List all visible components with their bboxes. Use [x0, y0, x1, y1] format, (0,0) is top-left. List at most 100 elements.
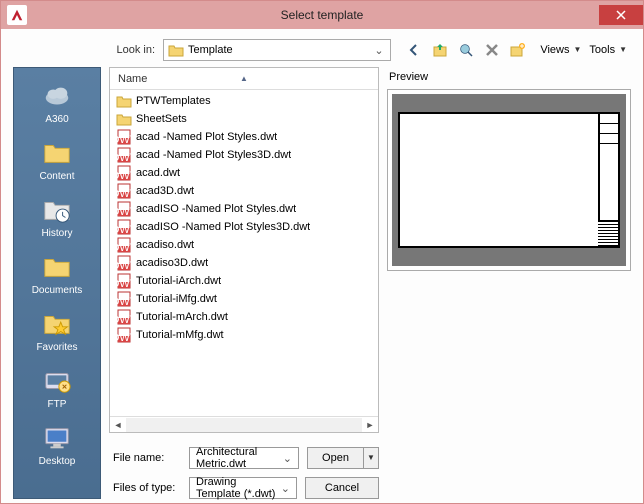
list-item[interactable]: DWT Tutorial-iMfg.dwt — [110, 290, 378, 308]
open-button[interactable]: Open — [307, 447, 363, 469]
list-item[interactable]: DWT Tutorial-mArch.dwt — [110, 308, 378, 326]
list-item[interactable]: DWT acadISO -Named Plot Styles3D.dwt — [110, 218, 378, 236]
look-in-dropdown[interactable]: Template ⌄ — [163, 39, 391, 61]
filetype-label: Files of type: — [109, 482, 181, 494]
place-favorites[interactable]: Favorites — [14, 304, 100, 357]
file-name: acad3D.dwt — [136, 185, 194, 197]
place-ftp[interactable]: FTP — [14, 361, 100, 414]
chevron-down-icon: ⌄ — [372, 44, 386, 57]
views-menu[interactable]: Views▼ — [536, 44, 585, 56]
file-name: acad -Named Plot Styles.dwt — [136, 131, 277, 143]
filetype-dropdown[interactable]: Drawing Template (*.dwt) ⌄ — [189, 477, 297, 499]
file-name: Tutorial-mArch.dwt — [136, 311, 228, 323]
places-bar: A360ContentHistoryDocumentsFavoritesFTPD… — [13, 67, 101, 499]
desktop-icon — [41, 422, 73, 454]
file-list: Name ▲ PTWTemplates SheetSets DWT acad -Nam… — [109, 67, 379, 433]
tools-menu[interactable]: Tools▼ — [585, 44, 631, 56]
list-item[interactable]: DWT Tutorial-iArch.dwt — [110, 272, 378, 290]
file-name: acad -Named Plot Styles3D.dwt — [136, 149, 291, 161]
new-folder-button[interactable] — [507, 39, 529, 61]
chevron-down-icon: ⌄ — [283, 452, 292, 465]
list-item[interactable]: DWT acad -Named Plot Styles3D.dwt — [110, 146, 378, 164]
filename-label: File name: — [109, 452, 181, 464]
close-button[interactable] — [599, 5, 643, 25]
svg-text:DWT: DWT — [116, 152, 132, 163]
svg-text:DWT: DWT — [116, 170, 132, 181]
app-icon — [7, 5, 27, 25]
folder-icon — [41, 251, 73, 283]
list-item[interactable]: SheetSets — [110, 110, 378, 128]
open-split-button[interactable]: ▼ — [363, 447, 379, 469]
preview-thumbnail — [398, 112, 620, 248]
filename-value: Architectural Metric.dwt — [196, 446, 283, 470]
folder-icon — [116, 111, 132, 127]
svg-text:DWT: DWT — [116, 332, 132, 343]
list-item[interactable]: DWT acad -Named Plot Styles.dwt — [110, 128, 378, 146]
dwt-file-icon: DWT — [116, 165, 132, 181]
preview-label: Preview — [387, 67, 631, 89]
dwt-file-icon: DWT — [116, 129, 132, 145]
file-name: acadiso.dwt — [136, 239, 194, 251]
chevron-down-icon: ⌄ — [281, 482, 290, 495]
place-a360[interactable]: A360 — [14, 76, 100, 129]
scroll-right-button[interactable]: ► — [362, 418, 378, 432]
preview-pane — [387, 89, 631, 271]
dwt-file-icon: DWT — [116, 237, 132, 253]
file-name: Tutorial-iArch.dwt — [136, 275, 221, 287]
select-template-dialog: Select template Look in: Template ⌄ View… — [0, 0, 644, 504]
ftp-icon — [41, 365, 73, 397]
svg-text:DWT: DWT — [116, 134, 132, 145]
place-documents[interactable]: Documents — [14, 247, 100, 300]
file-name: acadiso3D.dwt — [136, 257, 208, 269]
titlebar: Select template — [1, 1, 643, 29]
file-name: SheetSets — [136, 113, 187, 125]
place-history[interactable]: History — [14, 190, 100, 243]
svg-text:DWT: DWT — [116, 206, 132, 217]
dwt-file-icon: DWT — [116, 219, 132, 235]
scroll-left-button[interactable]: ◄ — [110, 418, 126, 432]
list-item[interactable]: DWT acad.dwt — [110, 164, 378, 182]
favorites-icon — [41, 308, 73, 340]
folder-icon — [41, 137, 73, 169]
list-item[interactable]: PTWTemplates — [110, 92, 378, 110]
dwt-file-icon: DWT — [116, 327, 132, 343]
list-item[interactable]: DWTacadISO -Named Plot Styles.dwt — [110, 200, 378, 218]
svg-text:DWT: DWT — [116, 224, 132, 235]
dwt-file-icon: DWT — [116, 291, 132, 307]
svg-text:DWT: DWT — [116, 188, 132, 199]
cancel-button[interactable]: Cancel — [305, 477, 379, 499]
file-name: acad.dwt — [136, 167, 180, 179]
svg-text:DWT: DWT — [116, 242, 132, 253]
dwt-file-icon: DWT — [116, 147, 132, 163]
file-name: PTWTemplates — [136, 95, 211, 107]
dwt-file-icon: DWT — [116, 183, 132, 199]
up-folder-button[interactable] — [429, 39, 451, 61]
look-in-value: Template — [188, 44, 368, 56]
svg-text:DWT: DWT — [116, 278, 132, 289]
file-name: Tutorial-iMfg.dwt — [136, 293, 217, 305]
look-in-label: Look in: — [109, 44, 155, 56]
back-button[interactable] — [403, 39, 425, 61]
filename-input[interactable]: Architectural Metric.dwt ⌄ — [189, 447, 299, 469]
place-desktop[interactable]: Desktop — [14, 418, 100, 471]
search-web-button[interactable] — [455, 39, 477, 61]
svg-text:DWT: DWT — [116, 296, 132, 307]
list-item[interactable]: DWT acad3D.dwt — [110, 182, 378, 200]
dwt-file-icon: DWT — [116, 255, 132, 271]
file-name: Tutorial-mMfg.dwt — [136, 329, 224, 341]
delete-button[interactable] — [481, 39, 503, 61]
svg-text:DWT: DWT — [116, 314, 132, 325]
svg-text:DWT: DWT — [116, 260, 132, 271]
horizontal-scrollbar[interactable]: ◄ ► — [110, 416, 378, 432]
list-item[interactable]: DWT Tutorial-mMfg.dwt — [110, 326, 378, 344]
dwt-file-icon: DWT — [116, 273, 132, 289]
list-item[interactable]: DWT acadiso.dwt — [110, 236, 378, 254]
folder-icon — [116, 93, 132, 109]
dialog-title: Select template — [281, 8, 364, 22]
place-content[interactable]: Content — [14, 133, 100, 186]
dwt-file-icon: DWT — [116, 201, 132, 217]
list-item[interactable]: DWT acadiso3D.dwt — [110, 254, 378, 272]
sort-indicator-icon: ▲ — [240, 74, 248, 83]
column-header[interactable]: Name ▲ — [110, 68, 378, 90]
file-name: acadISO -Named Plot Styles3D.dwt — [136, 221, 310, 233]
